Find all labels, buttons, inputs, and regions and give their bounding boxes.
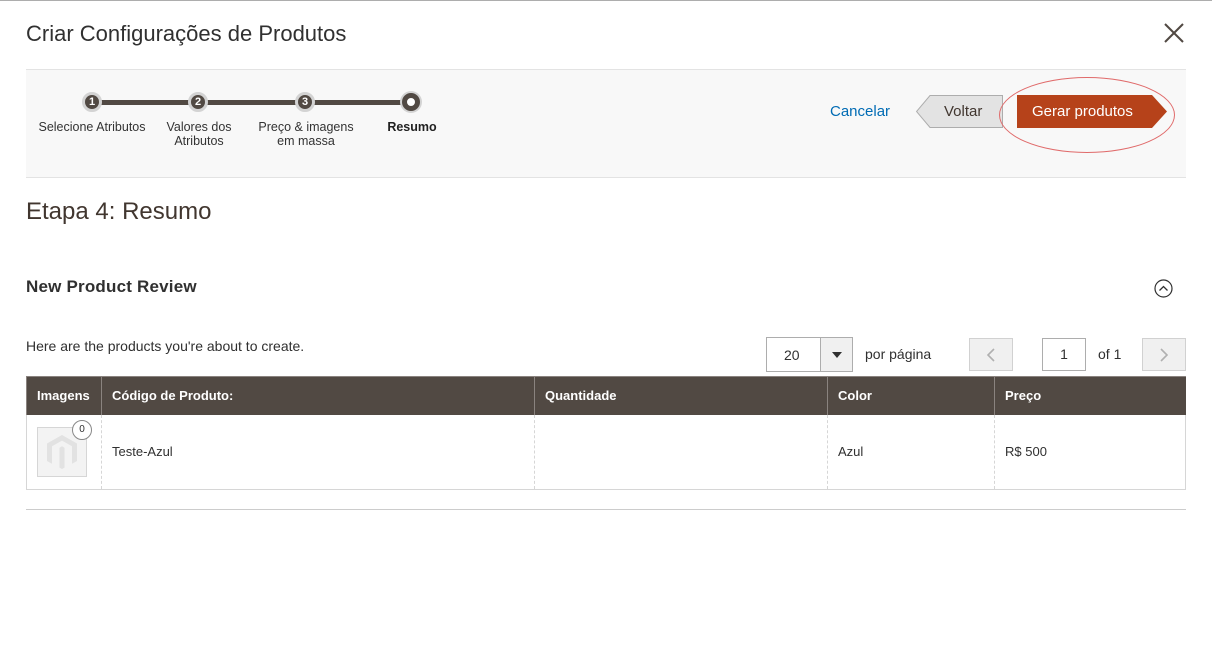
next-page-button[interactable] — [1142, 338, 1186, 371]
generate-products-button[interactable]: Gerar produtos — [1017, 95, 1169, 128]
current-page-input[interactable]: 1 — [1042, 338, 1086, 371]
section-title: New Product Review — [26, 277, 197, 296]
close-icon — [1164, 23, 1184, 43]
column-header-sku: Código de Produto: — [101, 376, 535, 415]
total-pages-label: of 1 — [1098, 346, 1122, 362]
per-page-dropdown-toggle[interactable] — [820, 338, 852, 371]
close-button[interactable] — [1160, 19, 1188, 47]
image-count-badge: 0 — [72, 419, 92, 440]
wizard-steps-bar: 1 Selecione Atributos 2 Valores dos Atri… — [26, 69, 1186, 178]
page-heading: Etapa 4: Resumo — [26, 198, 212, 225]
step-1-label[interactable]: Selecione Atributos — [37, 120, 147, 134]
step-2-label[interactable]: Valores dos Atributos — [144, 120, 254, 148]
step-2-marker[interactable]: 2 — [188, 92, 208, 112]
step-3-label[interactable]: Preço & imagens em massa — [250, 120, 362, 148]
step-4-label: Resumo — [387, 120, 437, 134]
collapse-section-button[interactable] — [1154, 279, 1173, 298]
column-header-images: Imagens — [26, 376, 102, 415]
column-header-price: Preço — [994, 376, 1186, 415]
intro-text: Here are the products you're about to cr… — [26, 338, 305, 354]
chevron-left-icon — [986, 347, 995, 362]
chevron-up-circle-icon — [1154, 279, 1173, 298]
step-1-marker[interactable]: 1 — [82, 92, 102, 112]
previous-page-button[interactable] — [969, 338, 1013, 371]
step-4-marker-current — [402, 93, 420, 111]
chevron-right-icon — [1160, 347, 1169, 362]
product-thumbnail[interactable]: 0 — [37, 419, 92, 477]
cell-price: R$ 500 — [994, 414, 1186, 490]
back-button-label: Voltar — [944, 103, 983, 120]
products-review-table: Imagens Código de Produto: Quantidade Co… — [26, 376, 1186, 490]
column-header-color: Color — [827, 376, 995, 415]
step-3-marker[interactable]: 3 — [295, 92, 315, 112]
cell-sku: Teste-Azul — [101, 414, 535, 490]
cancel-link[interactable]: Cancelar — [830, 103, 890, 120]
cell-quantity — [534, 414, 828, 490]
generate-products-label: Gerar produtos — [1032, 103, 1133, 120]
per-page-value: 20 — [784, 347, 800, 363]
cell-image: 0 — [26, 414, 102, 490]
column-header-quantity: Quantidade — [534, 376, 828, 415]
caret-down-icon — [831, 351, 842, 358]
per-page-label: por página — [865, 346, 932, 362]
table-header-row: Imagens Código de Produto: Quantidade Co… — [26, 376, 1186, 415]
back-button[interactable]: Voltar — [916, 95, 1003, 128]
steps-progress-line — [92, 100, 412, 105]
per-page-select[interactable]: 20 — [766, 337, 853, 372]
modal-title: Criar Configurações de Produtos — [26, 21, 347, 46]
magento-logo-icon — [47, 434, 77, 469]
table-row: 0 Teste-Azul Azul R$ 500 — [26, 414, 1186, 490]
cell-color: Azul — [827, 414, 995, 490]
create-configurations-modal: Criar Configurações de Produtos 1 Seleci… — [0, 0, 1212, 653]
bottom-divider — [26, 509, 1186, 510]
